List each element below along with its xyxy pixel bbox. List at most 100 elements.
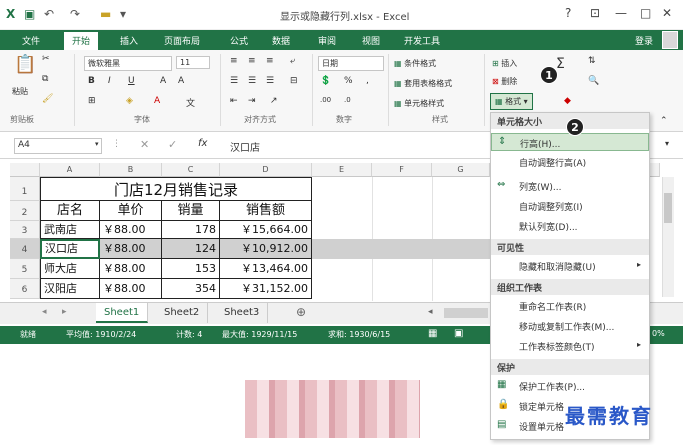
align-middle-icon[interactable]: ≡ <box>248 56 256 66</box>
tab-review[interactable]: 审阅 <box>318 34 336 47</box>
login-link[interactable]: 登录 <box>635 34 653 47</box>
align-top-icon[interactable]: ≡ <box>230 56 238 66</box>
wrap-text-icon[interactable]: ⤶ <box>290 56 295 66</box>
customize-qat-icon[interactable]: ▾ <box>120 7 126 21</box>
table-cell-qty[interactable]: 124 <box>162 239 220 259</box>
table-cell-name[interactable]: 武南店 <box>40 221 100 239</box>
select-all-corner[interactable] <box>10 163 40 177</box>
grow-font-icon[interactable]: A <box>160 76 166 86</box>
table-format-button[interactable]: ▦ 套用表格格式 <box>394 78 452 89</box>
sheet-tab-sheet2[interactable]: Sheet2 <box>156 303 209 323</box>
align-center-icon[interactable]: ☰ <box>248 76 256 86</box>
underline-button[interactable]: U <box>128 76 135 86</box>
table-cell-sales[interactable]: ￥31,152.00 <box>220 279 312 299</box>
paste-icon[interactable]: 📋 <box>14 54 36 75</box>
italic-button[interactable]: I <box>108 76 111 86</box>
menu-item-default-width[interactable]: 默认列宽(D)... <box>491 217 649 235</box>
row-header-2[interactable]: 2 <box>10 201 40 221</box>
header-cell-sales[interactable]: 销售额 <box>220 201 312 221</box>
horizontal-scroll-left-icon[interactable]: ◂ <box>428 307 433 317</box>
percent-icon[interactable]: % <box>344 76 353 86</box>
bold-button[interactable]: B <box>88 76 95 86</box>
active-cell-a4[interactable]: 汉口店 <box>40 239 100 259</box>
tab-page-layout[interactable]: 页面布局 <box>164 34 200 47</box>
undo-icon[interactable]: ↶ <box>44 7 54 21</box>
horizontal-scrollbar[interactable] <box>444 308 488 318</box>
vertical-scrollbar-thumb[interactable] <box>664 193 672 223</box>
minimize-button[interactable]: — <box>615 6 627 20</box>
clear-icon[interactable]: ◆ <box>564 96 571 106</box>
comma-icon[interactable]: , <box>366 76 369 86</box>
fill-color-icon[interactable]: ◈ <box>126 96 133 106</box>
page-layout-view-icon[interactable]: ▣ <box>454 328 463 339</box>
row-header-3[interactable]: 3 <box>10 221 40 239</box>
normal-view-icon[interactable]: ▦ <box>428 328 437 339</box>
formula-input[interactable]: 汉口店 <box>230 139 260 154</box>
menu-item-move-copy[interactable]: 移动或复制工作表(M)... <box>491 317 649 335</box>
insert-function-icon[interactable]: fx <box>198 138 207 149</box>
table-cell-qty[interactable]: 354 <box>162 279 220 299</box>
column-header-c[interactable]: C <box>162 163 220 177</box>
name-box-dropdown-icon[interactable]: ▾ <box>95 140 99 148</box>
menu-item-protect-sheet[interactable]: ▦ 保护工作表(P)... <box>491 377 649 395</box>
table-cell-price[interactable]: ￥88.00 <box>100 221 162 239</box>
column-header-d[interactable]: D <box>220 163 312 177</box>
sheet-tab-sheet1[interactable]: Sheet1 <box>96 303 149 323</box>
tab-developer[interactable]: 开发工具 <box>404 34 440 47</box>
header-cell-name[interactable]: 店名 <box>40 201 100 221</box>
menu-item-tab-color[interactable]: 工作表标签颜色(T) ▸ <box>491 337 649 355</box>
column-header-a[interactable]: A <box>40 163 100 177</box>
sort-filter-icon[interactable]: ⇅ <box>588 56 596 66</box>
insert-cells-button[interactable]: ⊞ 插入 <box>492 58 517 69</box>
prev-sheet-icon[interactable]: ◂ <box>42 307 47 317</box>
maximize-button[interactable]: □ <box>640 6 651 20</box>
table-cell-sales[interactable]: ￥10,912.00 <box>220 239 312 259</box>
merge-center-icon[interactable]: ⊟ <box>290 76 298 86</box>
header-cell-price[interactable]: 单价 <box>100 201 162 221</box>
menu-item-autofit-column[interactable]: 自动调整列宽(I) <box>491 197 649 215</box>
conditional-format-button[interactable]: ▦ 条件格式 <box>394 58 436 69</box>
menu-item-hide-unhide[interactable]: 隐藏和取消隐藏(U) ▸ <box>491 257 649 275</box>
sheet-tab-sheet3[interactable]: Sheet3 <box>216 303 269 323</box>
decrease-decimal-icon[interactable]: .0 <box>344 96 351 104</box>
number-format-select[interactable]: 日期 <box>318 56 384 71</box>
increase-indent-icon[interactable]: ⇥ <box>248 96 256 106</box>
new-sheet-icon[interactable]: ⊕ <box>296 305 306 319</box>
column-header-b[interactable]: B <box>100 163 162 177</box>
collapse-ribbon-icon[interactable]: ⌃ <box>660 116 668 126</box>
name-box[interactable]: A4 <box>14 138 102 154</box>
increase-decimal-icon[interactable]: .00 <box>320 96 331 104</box>
table-cell-price[interactable]: ￥88.00 <box>100 279 162 299</box>
zoom-level[interactable]: 0% <box>652 329 665 338</box>
cut-icon[interactable]: ✂ <box>42 54 50 64</box>
menu-item-rename-sheet[interactable]: 重命名工作表(R) <box>491 297 649 315</box>
table-cell-qty[interactable]: 178 <box>162 221 220 239</box>
row-header-5[interactable]: 5 <box>10 259 40 279</box>
table-cell-price[interactable]: ￥88.00 <box>100 239 162 259</box>
row-header-4[interactable]: 4 <box>10 239 40 259</box>
expand-formula-icon[interactable]: ▾ <box>665 139 669 148</box>
copy-icon[interactable]: ⧉ <box>42 74 48 84</box>
column-header-e[interactable]: E <box>312 163 372 177</box>
phonetic-icon[interactable]: 文 <box>186 96 195 109</box>
font-name-select[interactable]: 微软雅黑 <box>84 56 172 71</box>
orientation-icon[interactable]: ↗ <box>270 96 278 106</box>
format-button[interactable]: ▦ 格式 ▾ <box>490 93 533 110</box>
table-cell-price[interactable]: ￥88.00 <box>100 259 162 279</box>
open-folder-icon[interactable]: ▬ <box>100 7 111 21</box>
format-painter-icon[interactable]: 🖌 <box>42 94 53 104</box>
cell-style-button[interactable]: ▦ 单元格样式 <box>394 98 444 109</box>
find-select-icon[interactable]: 🔍 <box>588 76 599 86</box>
align-bottom-icon[interactable]: ≡ <box>266 56 274 66</box>
decrease-indent-icon[interactable]: ⇤ <box>230 96 238 106</box>
align-left-icon[interactable]: ☰ <box>230 76 238 86</box>
cancel-entry-icon[interactable]: ✕ <box>140 138 149 151</box>
menu-item-column-width[interactable]: ⇔ 列宽(W)... <box>491 177 649 195</box>
tab-insert[interactable]: 插入 <box>120 34 138 47</box>
ribbon-display-button[interactable]: ⊡ <box>590 6 600 20</box>
table-cell-sales[interactable]: ￥15,664.00 <box>220 221 312 239</box>
delete-cells-button[interactable]: ⊠ 删除 <box>492 76 517 87</box>
column-header-g[interactable]: G <box>432 163 490 177</box>
redo-icon[interactable]: ↷ <box>70 7 80 21</box>
autosum-icon[interactable]: Σ <box>556 56 565 72</box>
